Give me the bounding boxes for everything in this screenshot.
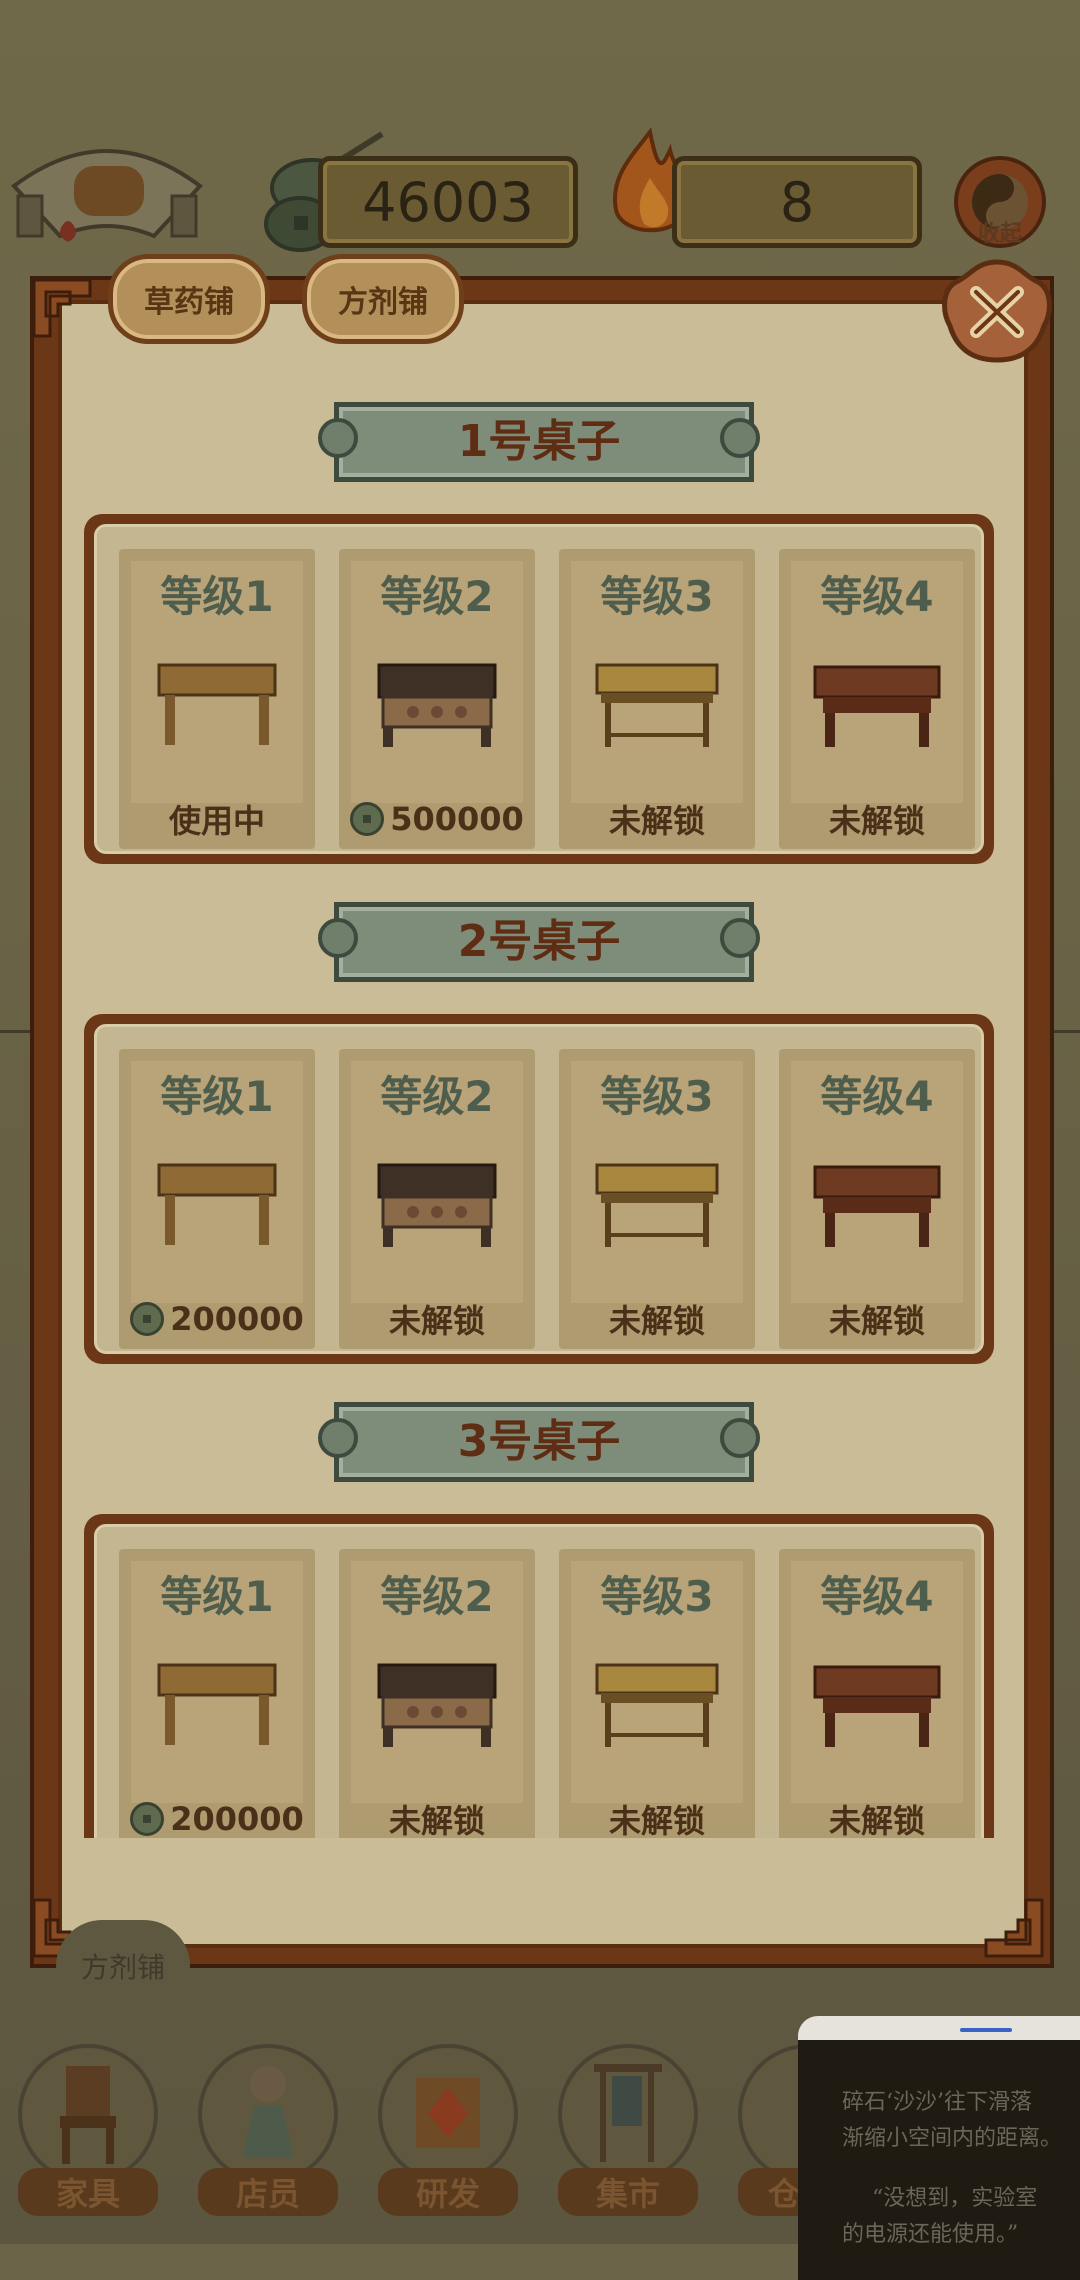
dark-table-icon <box>377 1663 497 1747</box>
table-price[interactable]: 500000 <box>339 797 535 841</box>
table-3-level-3-card[interactable]: 等级3 未解锁 <box>559 1549 755 1838</box>
table-price[interactable]: 200000 <box>119 1297 315 1341</box>
table-3-level-group: 等级1 200000 等级2 未解锁 等级3 未解锁 等级4 未解锁 <box>84 1514 994 1838</box>
formula-shop-side-button[interactable]: 方剂铺 <box>56 1920 190 2012</box>
coin-counter: 46003 <box>318 156 578 248</box>
price-value: 200000 <box>170 1800 304 1838</box>
level-label: 等级4 <box>820 1072 934 1121</box>
table-1-level-4-card[interactable]: 等级4 未解锁 <box>779 549 975 849</box>
table-3-level-4-card[interactable]: 等级4 未解锁 <box>779 1549 975 1838</box>
nav-label: 研发 <box>378 2168 518 2216</box>
story-line: 渐缩小空间内的距离。 <box>842 2126 1063 2151</box>
golden-table-icon <box>595 663 719 747</box>
nav-storage[interactable]: 仓 <box>738 2044 798 2224</box>
table-3-title: 3号桌子 <box>457 1416 621 1467</box>
table-2-level-3-card[interactable]: 等级3 未解锁 <box>559 1049 755 1349</box>
table-2-title-banner: 2号桌子 <box>314 896 764 982</box>
fire-counter: 8 <box>672 156 922 248</box>
level-label: 等级1 <box>160 1572 274 1621</box>
tab-formula-shop[interactable]: 方剂铺 <box>302 254 464 344</box>
table-1-level-group: 等级1 使用中 等级2 500000 等级3 未解锁 等级4 未解锁 <box>84 514 994 864</box>
story-line: 碎石‘沙沙’往下滑落 <box>842 2090 1032 2115</box>
table-status: 未解锁 <box>388 1302 485 1340</box>
collapse-label[interactable]: 收起 <box>960 216 1040 248</box>
table-1-level-1-card[interactable]: 等级1 使用中 <box>119 549 315 849</box>
table-3-title-banner: 3号桌子 <box>314 1396 764 1482</box>
table-3-level-2-card[interactable]: 等级2 未解锁 <box>339 1549 535 1838</box>
red-table-icon <box>813 1665 941 1747</box>
table-2-level-2-card[interactable]: 等级2 未解锁 <box>339 1049 535 1349</box>
nav-market[interactable]: 集市 <box>558 2044 698 2224</box>
table-2-level-4-card[interactable]: 等级4 未解锁 <box>779 1049 975 1349</box>
coin-icon <box>130 1302 165 1336</box>
red-table-icon <box>813 1165 941 1247</box>
tab-herb-shop[interactable]: 草药铺 <box>108 254 270 344</box>
level-label: 等级1 <box>160 572 274 621</box>
table-1-title-banner: 1号桌子 <box>314 396 764 482</box>
level-label: 等级3 <box>600 1572 714 1621</box>
level-label: 等级2 <box>380 572 494 621</box>
level-label: 等级3 <box>600 1072 714 1121</box>
corner-ornament-icon <box>32 278 92 338</box>
story-dialog-panel[interactable]: 碎石‘沙沙’往下滑落 渐缩小空间内的距离。 “没想到，实验室 的电源还能使用。” <box>798 2016 1080 2280</box>
nav-label: 集市 <box>558 2168 698 2216</box>
golden-table-icon <box>595 1163 719 1247</box>
level-label: 等级2 <box>380 1572 494 1621</box>
wood-table-icon <box>157 1163 277 1245</box>
table-status: 使用中 <box>168 802 265 840</box>
nav-label: 家具 <box>18 2168 158 2216</box>
level-label: 等级2 <box>380 1072 494 1121</box>
table-1-level-3-card[interactable]: 等级3 未解锁 <box>559 549 755 849</box>
table-1-title: 1号桌子 <box>457 416 621 467</box>
table-status: 未解锁 <box>828 802 925 840</box>
nav-clerk[interactable]: 店员 <box>198 2044 338 2224</box>
table-2-level-1-card[interactable]: 等级1 200000 <box>119 1049 315 1349</box>
table-status: 未解锁 <box>828 1802 925 1838</box>
nav-research[interactable]: 研发 <box>378 2044 518 2224</box>
table-price[interactable]: 200000 <box>119 1797 315 1838</box>
nav-label: 店员 <box>198 2168 338 2216</box>
table-3-level-1-card[interactable]: 等级1 200000 <box>119 1549 315 1838</box>
story-line: 的电源还能使用。” <box>842 2222 1019 2247</box>
market-icon <box>594 2064 662 2162</box>
table-status: 未解锁 <box>608 802 705 840</box>
chair-icon <box>60 2066 116 2164</box>
table-status: 未解锁 <box>828 1302 925 1340</box>
drag-handle[interactable] <box>960 2028 1012 2032</box>
price-value: 500000 <box>390 800 524 838</box>
dark-table-icon <box>377 1163 497 1247</box>
wood-table-icon <box>157 1663 277 1745</box>
coin-icon <box>130 1802 165 1836</box>
golden-table-icon <box>595 1663 719 1747</box>
story-line: “没想到，实验室 <box>872 2186 1038 2211</box>
close-button[interactable] <box>938 256 1056 366</box>
dark-table-icon <box>377 663 497 747</box>
fan-emblem-icon[interactable] <box>4 136 210 246</box>
clerk-icon <box>242 2066 294 2158</box>
table-2-level-group: 等级1 200000 等级2 未解锁 等级3 未解锁 等级4 未解锁 <box>84 1014 994 1364</box>
research-icon <box>416 2078 480 2148</box>
level-label: 等级4 <box>820 572 934 621</box>
nav-furniture[interactable]: 家具 <box>18 2044 158 2224</box>
table-upgrade-list[interactable]: 1号桌子 等级1 使用中 等级2 500000 等级3 未解锁 等级4 未解锁 … <box>58 360 1020 1838</box>
table-status: 未解锁 <box>388 1802 485 1838</box>
table-status: 未解锁 <box>608 1302 705 1340</box>
red-table-icon <box>813 665 941 747</box>
table-1-level-2-card[interactable]: 等级2 500000 <box>339 549 535 849</box>
corner-ornament-icon <box>984 1898 1044 1958</box>
wood-table-icon <box>157 663 277 745</box>
table-2-title: 2号桌子 <box>457 916 621 967</box>
level-label: 等级1 <box>160 1072 274 1121</box>
nav-label: 仓 <box>738 2168 798 2216</box>
price-value: 200000 <box>170 1300 304 1338</box>
level-label: 等级3 <box>600 572 714 621</box>
level-label: 等级4 <box>820 1572 934 1621</box>
table-status: 未解锁 <box>608 1802 705 1838</box>
coin-icon <box>350 802 385 836</box>
